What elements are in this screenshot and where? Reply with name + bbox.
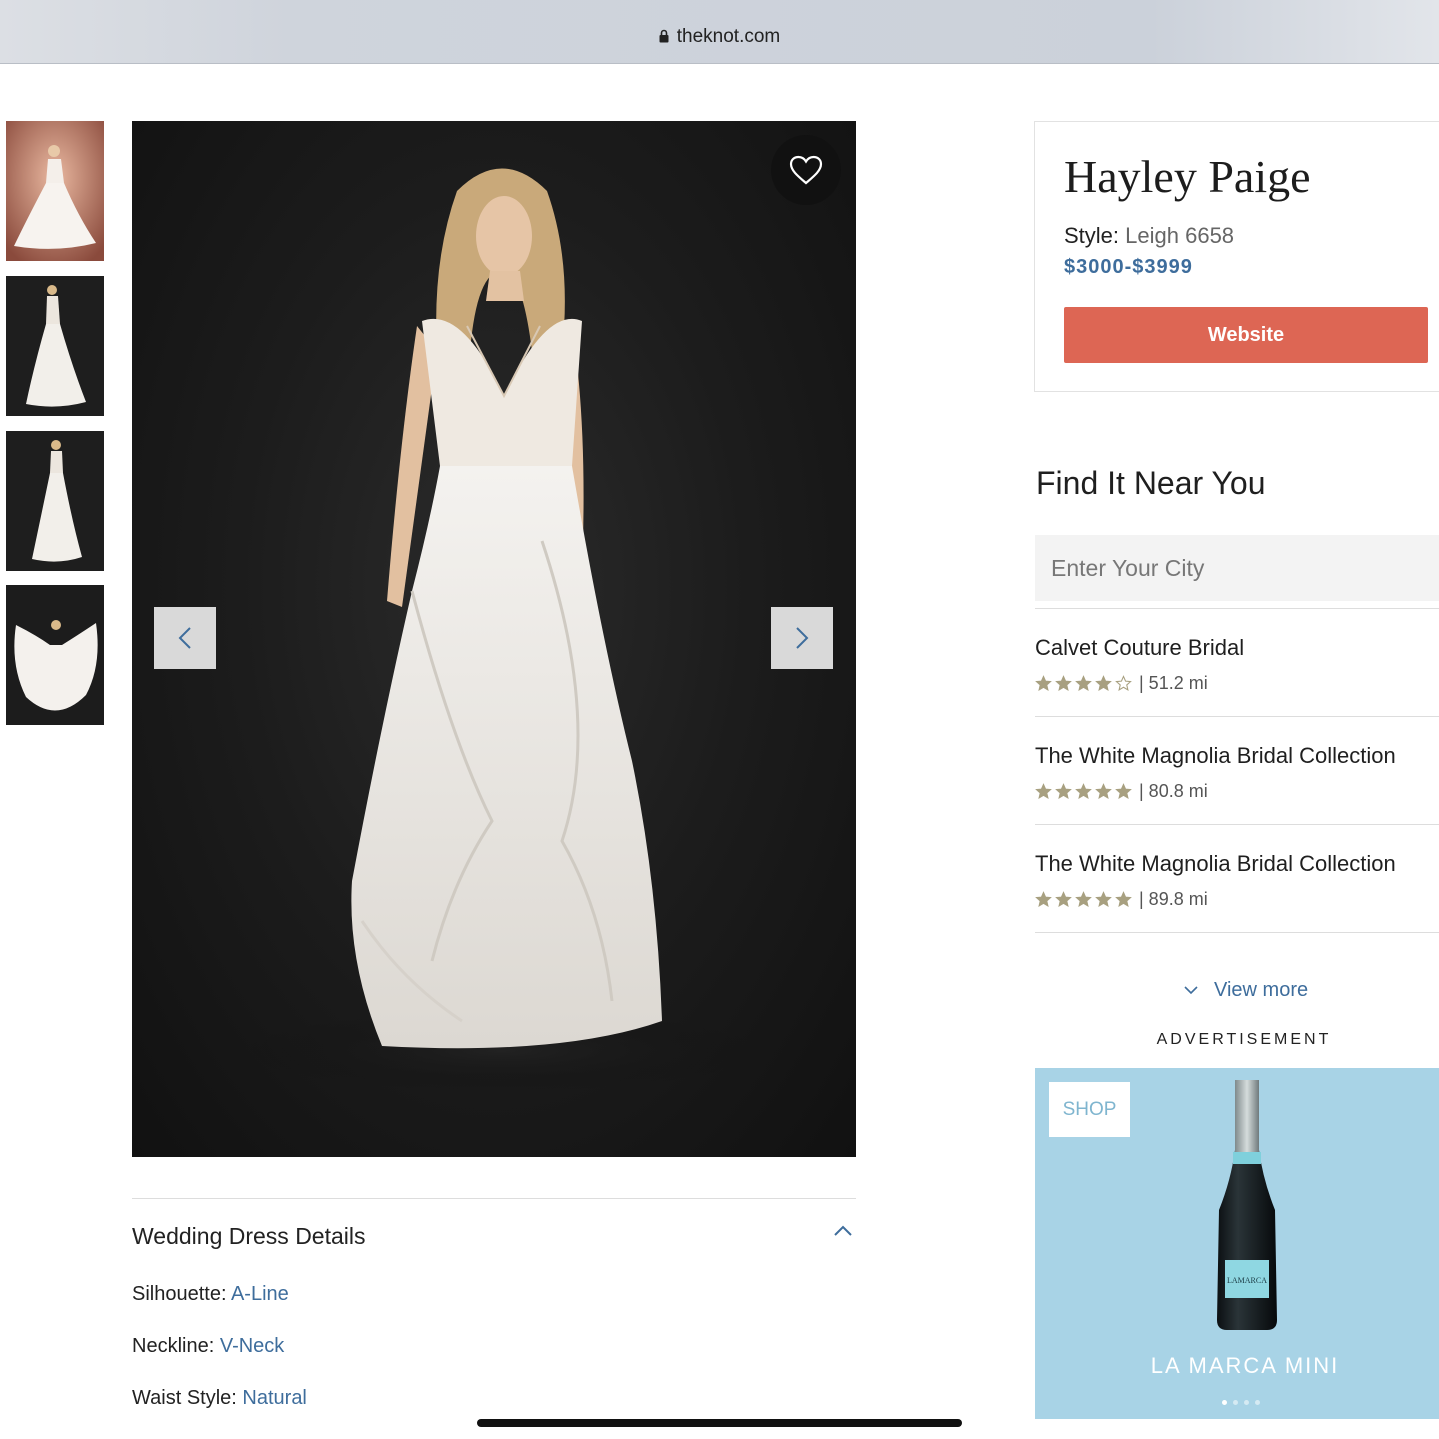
star-filled-icon [1055,675,1072,691]
star-filled-icon [1035,891,1052,907]
store-meta: | 89.8 mi [1035,889,1208,910]
detail-label: Silhouette: [132,1283,227,1305]
store-list-divider [1035,932,1439,933]
chevron-down-icon [1184,986,1198,995]
star-rating [1035,783,1135,800]
detail-label: Waist Style: [132,1387,237,1409]
url-field[interactable]: theknot.com [0,26,1439,48]
dress-thumbnail-4[interactable] [6,585,104,725]
style-line: Style: Leigh 6658 [1064,223,1234,249]
star-rating [1035,675,1135,692]
detail-value-link[interactable]: Natural [242,1387,306,1409]
next-image-button[interactable] [771,607,833,669]
store-name: The White Magnolia Bridal Collection [1035,743,1396,768]
star-filled-icon [1075,783,1092,799]
url-text: theknot.com [676,26,781,47]
view-more-label: View more [1214,979,1309,1001]
details-title: Wedding Dress Details [132,1223,366,1249]
store-distance: | 51.2 mi [1139,673,1208,693]
dress-image [242,168,762,1091]
wine-bottle-image: LAMARCA [1217,1080,1277,1330]
browser-address-bar: theknot.com [0,0,1439,64]
product-card: Hayley Paige Style: Leigh 6658 $3000-$39… [1034,121,1439,392]
detail-value-link[interactable]: A-Line [231,1283,289,1305]
star-filled-icon [1035,675,1052,691]
heart-icon [789,155,823,185]
chevron-up-icon[interactable] [834,1225,852,1237]
store-item[interactable]: The White Magnolia Bridal Collection | 8… [1035,824,1439,932]
star-filled-icon [1075,891,1092,907]
ad-brand-text: LA MARCA MINI [1150,1353,1340,1378]
store-name: Calvet Couture Bridal [1035,635,1245,660]
star-filled-icon [1115,891,1132,907]
dress-thumbnail-3[interactable] [6,431,104,571]
view-more-link[interactable]: View more [1184,979,1308,1002]
star-filled-icon [1095,783,1112,799]
store-meta: | 80.8 mi [1035,781,1208,802]
style-label: Style: [1064,223,1120,248]
city-search-input[interactable] [1035,535,1439,601]
lock-icon [659,29,669,43]
find-near-you-title: Find It Near You [1036,465,1266,501]
star-filled-icon [1075,675,1092,691]
previous-image-button[interactable] [154,607,216,669]
advertisement-banner[interactable]: SHOP LAMARCA LA MARCA MINI [1035,1068,1439,1419]
star-rating [1035,891,1135,908]
main-dress-photo[interactable] [132,121,856,1157]
store-distance: | 89.8 mi [1139,889,1208,909]
detail-silhouette: Silhouette: A-Line [132,1283,289,1306]
carousel-dot[interactable] [1222,1400,1227,1405]
star-filled-icon [1055,783,1072,799]
dress-details-section: Wedding Dress Details Silhouette: A-Line… [132,1198,856,1409]
style-value: Leigh 6658 [1125,223,1235,248]
star-empty-icon [1115,675,1132,691]
store-distance: | 80.8 mi [1139,781,1208,801]
store-item[interactable]: Calvet Couture Bridal | 51.2 mi [1035,608,1439,716]
price-range: $3000-$3999 [1064,256,1193,278]
star-filled-icon [1115,783,1132,799]
ad-carousel-dots [1222,1400,1266,1405]
bottle-label-text: LAMARCA [1227,1276,1267,1285]
designer-name: Hayley Paige [1064,151,1311,202]
star-filled-icon [1095,891,1112,907]
home-indicator[interactable] [477,1419,962,1427]
star-filled-icon [1055,891,1072,907]
star-filled-icon [1095,675,1112,691]
star-filled-icon [1035,783,1052,799]
detail-value-link[interactable]: V-Neck [220,1335,284,1357]
detail-waist-style: Waist Style: Natural [132,1387,307,1410]
detail-neckline: Neckline: V-Neck [132,1335,284,1358]
store-item[interactable]: The White Magnolia Bridal Collection | 8… [1035,716,1439,824]
ad-shop-button[interactable]: SHOP [1049,1082,1130,1137]
carousel-dot[interactable] [1255,1400,1260,1405]
chevron-left-icon [178,627,191,649]
carousel-dot[interactable] [1244,1400,1249,1405]
website-button[interactable]: Website [1064,307,1428,363]
carousel-dot[interactable] [1233,1400,1238,1405]
advertisement-label: ADVERTISEMENT [1156,1031,1332,1048]
dress-thumbnail-1[interactable] [6,121,104,261]
store-name: The White Magnolia Bridal Collection [1035,851,1396,876]
favorite-button[interactable] [771,135,841,205]
dress-thumbnail-2[interactable] [6,276,104,416]
store-meta: | 51.2 mi [1035,673,1208,694]
detail-label: Neckline: [132,1335,215,1357]
chevron-right-icon [796,627,809,649]
